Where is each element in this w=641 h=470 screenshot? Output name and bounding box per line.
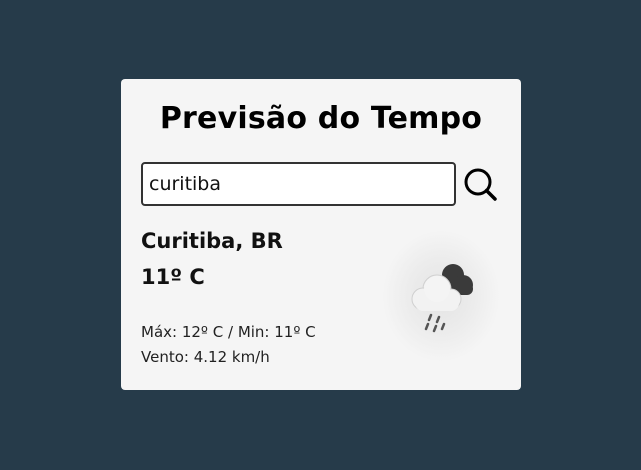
search-row	[141, 162, 501, 206]
app-title: Previsão do Tempo	[159, 101, 483, 136]
current-temperature: 11º C	[141, 265, 205, 289]
wind-speed: Vento: 4.12 km/h	[141, 348, 270, 366]
search-button[interactable]	[461, 166, 501, 204]
min-max-temperature: Máx: 12º C / Min: 11º C	[141, 323, 316, 341]
city-search-input[interactable]	[141, 162, 456, 206]
weather-icon-container	[383, 231, 499, 361]
city-name: Curitiba, BR	[141, 229, 283, 253]
weather-card: Previsão do Tempo Curitiba, BR 11º C Máx…	[121, 79, 521, 390]
search-icon	[464, 168, 497, 201]
rain-cloud-icon	[411, 264, 473, 333]
